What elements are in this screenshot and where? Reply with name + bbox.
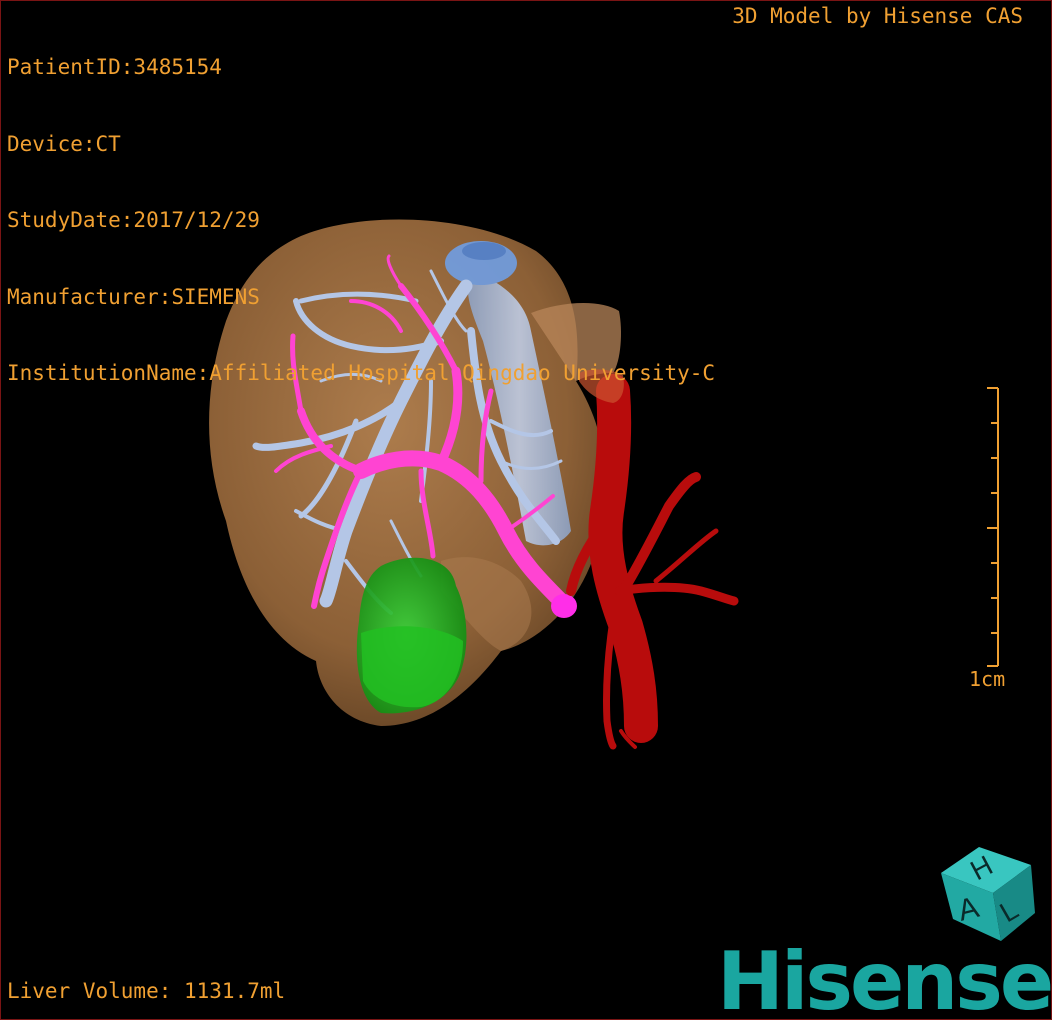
institution-name: InstitutionName:Affiliated Hospital Qing… bbox=[7, 361, 716, 385]
model-credit: 3D Model by Hisense CAS bbox=[732, 4, 1023, 28]
device: Device:CT bbox=[7, 131, 121, 156]
brand-text: Hisense bbox=[717, 935, 1052, 1020]
patient-id: PatientID:3485154 bbox=[7, 55, 222, 79]
portal-vein-origin bbox=[551, 594, 577, 618]
orientation-cube[interactable]: H A L bbox=[931, 839, 1041, 949]
hisense-logo: Hisense bbox=[717, 937, 1051, 1020]
manufacturer: Manufacturer:SIEMENS bbox=[7, 284, 260, 309]
scale-bar bbox=[987, 387, 999, 667]
scale-label: 1cm bbox=[969, 667, 1006, 691]
study-info-block: PatientID:3485154 Device:CT StudyDate:20… bbox=[7, 4, 715, 438]
3d-viewport[interactable]: PatientID:3485154 Device:CT StudyDate:20… bbox=[0, 0, 1052, 1020]
study-date: StudyDate:2017/12/29 bbox=[7, 208, 260, 232]
liver-volume-readout: Liver Volume: 1131.7ml bbox=[7, 979, 286, 1003]
